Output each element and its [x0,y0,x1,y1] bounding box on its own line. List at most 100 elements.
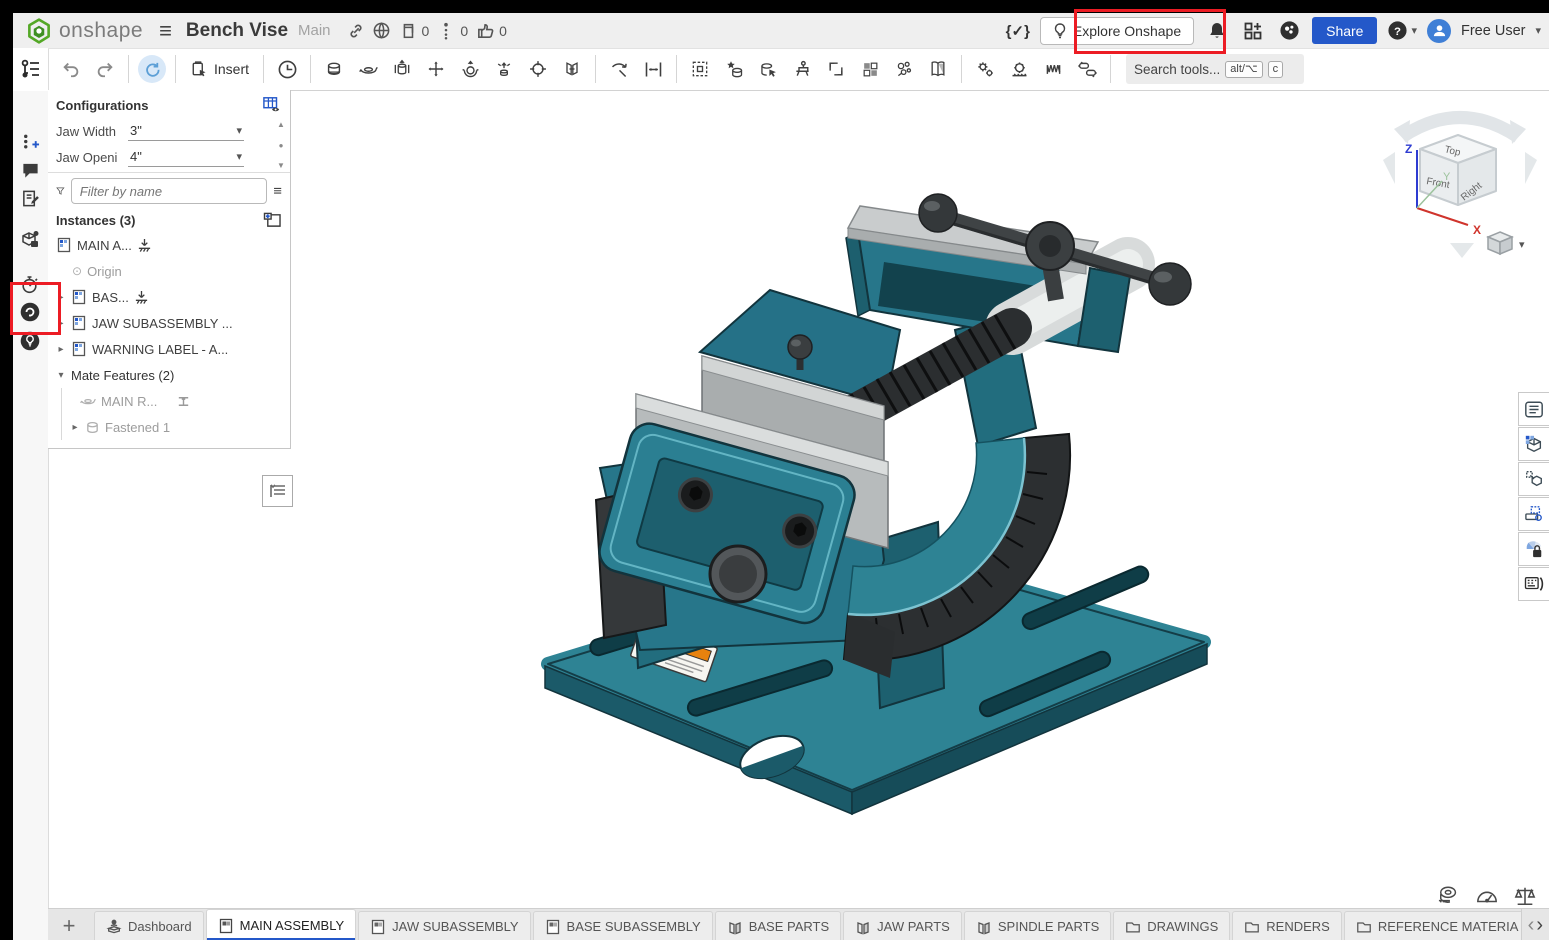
tree-item-jaw-subassembly[interactable]: ▸ JAW SUBASSEMBLY ... [48,310,290,336]
share-link-icon[interactable] [343,18,369,44]
jaw-opening-select[interactable]: 4" ▾ [128,147,244,167]
add-subassembly-icon[interactable] [263,212,282,228]
in-context-panel-button[interactable] [1518,462,1549,496]
view-cube-front-face[interactable] [1420,149,1458,205]
update-sync-button[interactable] [138,55,166,83]
tape-measure-icon[interactable] [1437,885,1461,907]
appearance-lock-button[interactable] [1518,532,1549,566]
group-tool[interactable] [686,55,714,83]
redo-button[interactable] [91,55,119,83]
app-store-icon[interactable] [1240,18,1266,44]
notifications-bell-icon[interactable] [1204,18,1230,44]
mate-item-main-revolute[interactable]: MAIN R... [62,388,290,414]
public-document-icon[interactable] [369,18,395,44]
tree-item-origin[interactable]: ⊙ Origin [48,258,290,284]
view-menu-button[interactable]: ▾ [1488,232,1525,254]
appearance-tool[interactable] [924,55,952,83]
movable-jaw[interactable] [595,419,859,627]
exploded-view-tool[interactable] [890,55,918,83]
workspace-label[interactable]: Main [298,22,331,39]
filter-by-name-input[interactable] [71,178,267,204]
search-tools-button[interactable]: Search tools... alt/⌥ c [1126,54,1304,84]
expand-caret-icon[interactable]: ▸ [56,344,66,355]
measure-distance-tool[interactable] [639,55,667,83]
tab-drawings[interactable]: DRAWINGS [1113,911,1230,940]
mate-item-fastened-1[interactable]: ▸ Fastened 1 [62,414,290,440]
vise-base[interactable] [545,556,1207,814]
manage-positions-tool[interactable] [788,55,816,83]
spindle-screw[interactable] [848,264,1128,428]
history-timer-icon[interactable] [16,271,44,299]
view-cube-right-face[interactable] [1458,149,1496,205]
jaw-width-select[interactable]: 3" ▾ [128,121,244,141]
tangent-mate-tool[interactable] [558,55,586,83]
user-menu-caret-icon[interactable]: ▾ [1535,24,1541,37]
jaw-plates[interactable] [636,356,888,548]
user-plan-label[interactable]: Free User [1461,23,1525,39]
versions-history-icon[interactable] [16,128,44,156]
expand-caret-icon[interactable]: ▸ [56,318,66,329]
document-title[interactable]: Bench Vise [186,20,288,42]
view-cube[interactable]: Top Front Right Z X Y ▾ [1383,118,1537,259]
add-tab-button[interactable]: + [54,911,84,940]
slider-mate-tool[interactable] [388,55,416,83]
expand-caret-icon[interactable]: ▸ [70,422,80,433]
create-part-tool[interactable] [720,55,748,83]
explore-onshape-button[interactable]: Explore Onshape [1040,17,1194,45]
comments-icon[interactable] [16,156,44,184]
assembly-panel-tab-active[interactable] [13,48,48,91]
user-avatar[interactable] [1427,19,1451,43]
spindle-bracket[interactable] [846,232,1090,346]
list-view-icon[interactable] [273,183,282,199]
tips-lightbulb-icon[interactable] [16,327,44,355]
view-cube-right-label[interactable]: Right [1459,180,1484,203]
filter-funnel-icon[interactable] [56,183,65,199]
view-menu-caret-icon[interactable]: ▾ [1519,239,1525,251]
configuration-panel-button[interactable] [1518,427,1549,461]
tab-main-assembly[interactable]: MAIN ASSEMBLY [206,909,357,940]
scroll-up-icon[interactable]: ▲ [277,120,285,129]
panel-collapse-handle[interactable] [262,475,293,507]
screw-relation-tool[interactable] [1039,55,1067,83]
tab-base-parts[interactable]: BASE PARTS [715,911,841,940]
snap-mode-tool[interactable] [605,55,633,83]
view-cube-top-face[interactable] [1420,135,1496,163]
featurescript-icon[interactable]: {✓} [1006,22,1030,40]
custom-table-panel-button[interactable] [1518,497,1549,531]
community-spark-icon[interactable] [16,298,44,326]
tab-spindle-parts[interactable]: SPINDLE PARTS [964,911,1111,940]
planar-mate-tool[interactable] [422,55,450,83]
parallel-mate-tool[interactable] [490,55,518,83]
scroll-down-icon[interactable]: ▼ [277,161,285,170]
document-menu-icon[interactable]: ≡ [159,18,172,44]
tab-renders[interactable]: RENDERS [1232,911,1342,940]
animate-tool[interactable] [273,55,301,83]
tab-jaw-subassembly[interactable]: JAW SUBASSEMBLY [358,911,530,940]
mate-features-header[interactable]: ▾ Mate Features (2) [48,362,290,388]
tab-dashboard[interactable]: Dashboard [94,911,204,940]
edit-part-tool[interactable] [754,55,782,83]
pattern-tool[interactable] [856,55,884,83]
release-management-icon[interactable] [16,226,44,254]
undo-button[interactable] [57,55,85,83]
warning-label-sticker[interactable] [630,622,717,682]
version-branch-icon[interactable] [433,18,459,44]
share-button[interactable]: Share [1312,17,1377,44]
replicate-tool[interactable] [822,55,850,83]
copy-document-icon[interactable] [395,18,421,44]
protractor-icon[interactable] [1475,885,1499,907]
expand-caret-icon[interactable]: ▸ [56,292,66,303]
tree-item-main-assembly[interactable]: MAIN A... [48,232,290,258]
scroll-thumb[interactable]: ● [279,141,284,150]
tree-item-base-subassembly[interactable]: ▸ BAS... [48,284,290,310]
view-cube-top-label[interactable]: Top [1443,144,1462,159]
fix-instance-tool[interactable] [320,55,348,83]
tab-reference-materials[interactable]: REFERENCE MATERIA [1344,911,1521,940]
rack-relation-tool[interactable] [1005,55,1033,83]
onshape-logo-icon[interactable] [25,17,53,45]
tabs-scroll-right-icon[interactable]: › [1536,915,1543,935]
like-icon[interactable] [472,18,498,44]
help-menu[interactable]: ? ▾ [1387,18,1417,44]
tree-item-warning-label[interactable]: ▸ WARNING LABEL - A... [48,336,290,362]
learning-center-icon[interactable] [1276,18,1302,44]
